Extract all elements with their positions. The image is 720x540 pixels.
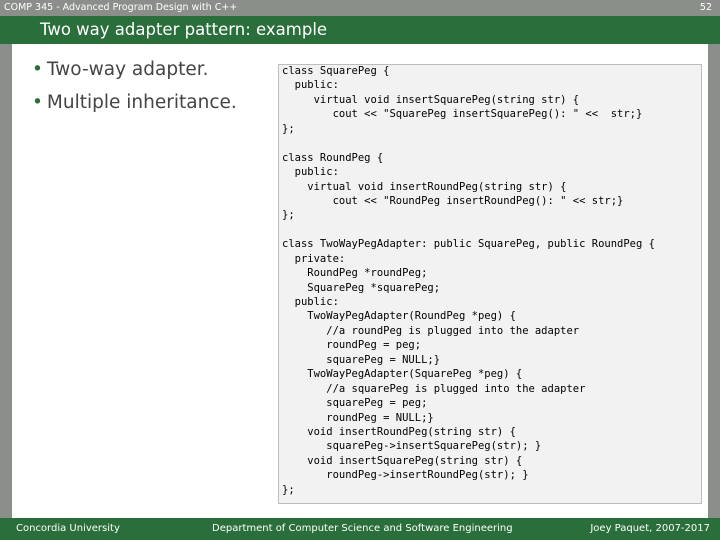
code-line: squarePeg = peg;: [282, 397, 428, 410]
code-line: };: [282, 209, 295, 222]
footer-department: Department of Computer Science and Softw…: [212, 523, 513, 534]
code-line: virtual void insertSquarePeg(string str)…: [282, 93, 580, 106]
code-line: class RoundPeg {: [282, 151, 384, 164]
bullet-text: Multiple inheritance.: [46, 92, 237, 113]
code-line: public:: [282, 296, 339, 308]
bullet-item: • Two-way adapter.: [32, 59, 209, 80]
code-line: virtual void insertRoundPeg(string str) …: [282, 180, 567, 193]
footer-author: Joey Paquet, 2007-2017: [590, 523, 710, 534]
code-line: squarePeg->insertSquarePeg(str); }: [282, 440, 542, 453]
code-line: };: [282, 483, 295, 496]
code-line: class SquarePeg {: [282, 65, 390, 77]
code-line: private:: [282, 252, 346, 265]
code-line: cout << "SquarePeg insertSquarePeg(): " …: [282, 108, 643, 121]
code-line: public:: [282, 79, 339, 92]
bullet-dot-icon: •: [32, 92, 43, 113]
code-line: roundPeg = peg;: [282, 339, 422, 352]
bullet-dot-icon: •: [32, 59, 43, 80]
code-block: class SquarePeg { public: virtual void i…: [282, 64, 655, 497]
code-line: //a squarePeg is plugged into the adapte…: [282, 382, 586, 395]
code-line: void insertRoundPeg(string str) {: [282, 425, 516, 438]
code-line: SquarePeg *squarePeg;: [282, 281, 441, 294]
title-bar: Two way adapter pattern: example: [0, 16, 720, 44]
footer-university: Concordia University: [16, 523, 120, 534]
slide-body: • Two-way adapter. • Multiple inheritance.…: [12, 44, 708, 518]
course-title: COMP 345 - Advanced Program Design with …: [4, 2, 238, 13]
code-line: void insertSquarePeg(string str) {: [282, 454, 523, 467]
header-bar: COMP 345 - Advanced Program Design with …: [0, 0, 720, 16]
code-line: roundPeg->insertRoundPeg(str); }: [282, 469, 529, 482]
slide-title: Two way adapter pattern: example: [40, 20, 328, 39]
code-line: };: [282, 122, 295, 135]
code-line: TwoWayPegAdapter(RoundPeg *peg) {: [282, 310, 516, 323]
bullet-text: Two-way adapter.: [46, 59, 209, 80]
code-line: squarePeg = NULL;}: [282, 353, 441, 366]
code-line: //a roundPeg is plugged into the adapter: [282, 324, 580, 337]
code-line: roundPeg = NULL;}: [282, 411, 434, 424]
code-line: cout << "RoundPeg insertRoundPeg(): " <<…: [282, 194, 624, 207]
bullet-item: • Multiple inheritance.: [32, 92, 237, 113]
code-line: RoundPeg *roundPeg;: [282, 267, 428, 280]
page-number: 52: [699, 2, 712, 13]
code-line: class TwoWayPegAdapter: public SquarePeg…: [282, 238, 655, 251]
code-line: TwoWayPegAdapter(SquarePeg *peg) {: [282, 368, 523, 381]
code-line: public:: [282, 166, 339, 179]
footer-bar: Concordia University Department of Compu…: [0, 518, 720, 540]
